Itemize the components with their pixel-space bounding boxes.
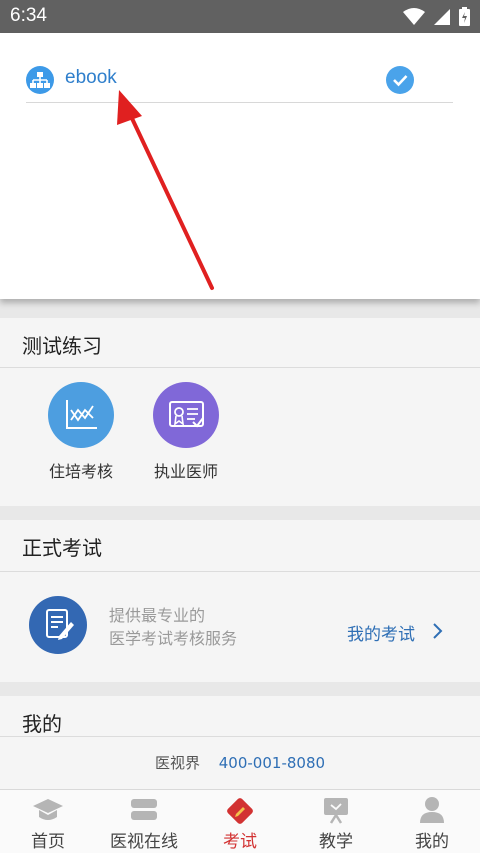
tab-home[interactable]: 首页 (0, 790, 96, 853)
practice-item-residency-exam[interactable]: 住培考核 (33, 382, 129, 482)
formal-exam-description: 提供最专业的 医学考试考核服务 (109, 604, 237, 650)
exam-icon (227, 798, 253, 824)
tab-online[interactable]: 医视在线 (96, 790, 192, 853)
tab-mine[interactable]: 我的 (384, 790, 480, 853)
battery-icon (459, 7, 470, 26)
tab-label: 考试 (223, 832, 257, 852)
check-icon (386, 66, 414, 94)
tab-label: 医视在线 (110, 832, 178, 852)
org-item-ebook[interactable]: ebook (26, 65, 453, 103)
exam-paper-icon (29, 596, 87, 654)
org-item-name: ebook (65, 67, 117, 88)
divider (0, 367, 480, 368)
divider (0, 571, 480, 572)
contact-name: 医视界 (154, 754, 200, 772)
practice-section-title: 测试练习 (22, 334, 102, 358)
cellular-signal-icon (434, 8, 450, 25)
practice-item-physician-exam[interactable]: 执业医师 (138, 382, 234, 482)
formal-exam-section-title: 正式考试 (22, 536, 102, 560)
chart-icon (66, 400, 97, 429)
tab-exam[interactable]: 考试 (192, 790, 288, 853)
stack-icon (131, 799, 157, 820)
status-icons (403, 7, 470, 26)
divider (0, 736, 480, 737)
practice-icon-circle (153, 382, 219, 448)
org-selector-panel: ebook (0, 33, 480, 299)
status-bar: 6:34 (0, 0, 480, 33)
contact-phone-link[interactable]: 400-001-8080 (219, 754, 325, 772)
graduation-cap-icon (33, 799, 63, 820)
tab-teaching[interactable]: 教学 (288, 790, 384, 853)
tab-label: 我的 (415, 832, 449, 852)
org-tree-icon (26, 66, 54, 94)
my-exams-link[interactable]: 我的考试 (347, 620, 415, 645)
tab-label: 首页 (31, 832, 65, 852)
mine-section: 我的 (0, 696, 480, 789)
practice-item-label: 住培考核 (48, 462, 113, 481)
practice-icon-circle (48, 382, 114, 448)
chevron-right-icon[interactable] (432, 622, 444, 640)
mine-section-title: 我的 (22, 712, 62, 736)
formal-exam-desc-line1: 提供最专业的 (109, 606, 206, 625)
tab-label: 教学 (319, 832, 353, 852)
bottom-nav: 首页 医视在线 考试 教学 我的 (0, 789, 480, 853)
wifi-icon (403, 7, 425, 25)
presentation-icon (324, 798, 348, 824)
formal-exam-desc-line2: 医学考试考核服务 (109, 629, 238, 648)
practice-section: 测试练习 住培考核 执业医师 (0, 318, 480, 506)
status-time: 6:34 (10, 5, 47, 26)
contact-info: 医视界 400-001-8080 (0, 752, 480, 773)
practice-item-label: 执业医师 (153, 462, 218, 481)
user-icon (420, 797, 444, 823)
certificate-icon (169, 401, 204, 428)
